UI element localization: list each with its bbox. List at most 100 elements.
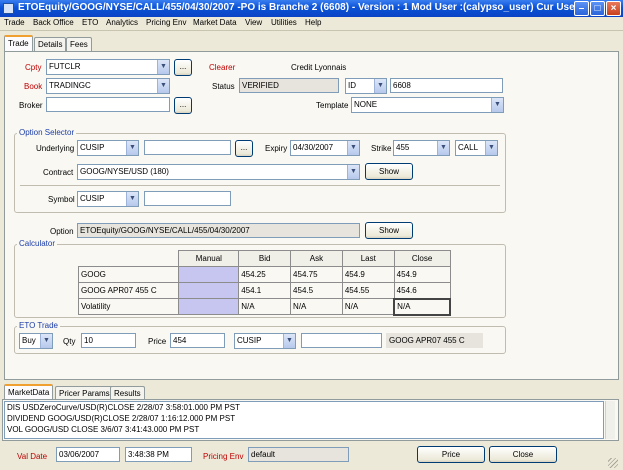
template-combo[interactable]: NONE ▼ (351, 97, 504, 113)
market-data-scrollbar[interactable] (605, 401, 615, 439)
list-item[interactable]: VOL GOOG/USD CLOSE 3/6/07 3:41:43.000 PM… (5, 424, 603, 435)
eto-description: GOOG APR07 455 C (386, 333, 483, 348)
calc-manual-cell[interactable] (178, 298, 240, 315)
calc-cell: N/A (290, 298, 343, 315)
id-type-combo[interactable]: ID ▼ (345, 78, 387, 94)
strike-combo[interactable]: 455 ▼ (393, 140, 450, 156)
status-label: Status (212, 82, 235, 91)
option-show-button[interactable]: Show (365, 222, 413, 239)
valdate-label: Val Date (17, 452, 48, 461)
table-row: GOOG APR07 455 C 454.1 454.5 454.55 454.… (77, 282, 451, 299)
calc-cell: 454.6 (393, 282, 451, 299)
tab-market-data[interactable]: MarketData (4, 384, 54, 400)
symbol-field[interactable] (144, 191, 231, 206)
calculator-title: Calculator (17, 239, 58, 248)
option-selector-title: Option Selector (17, 128, 77, 137)
list-item[interactable]: DIS USDZeroCurve/USD(R)CLOSE 2/28/07 3:5… (5, 402, 603, 413)
menu-analytics[interactable]: Analytics (106, 18, 138, 27)
menu-utilities[interactable]: Utilities (271, 18, 297, 27)
symbol-type-combo[interactable]: CUSIP ▼ (77, 191, 139, 207)
trade-id-field[interactable]: 6608 (390, 78, 503, 93)
tab-details[interactable]: Details (34, 37, 67, 51)
cpty-chooser-button[interactable]: ... (174, 59, 192, 76)
calc-cell: 454.9 (393, 266, 451, 283)
app-icon (3, 3, 14, 14)
valtime-field[interactable]: 3:48:38 PM (125, 447, 192, 462)
expiry-combo[interactable]: 04/30/2007 ▼ (290, 140, 360, 156)
menu-help[interactable]: Help (305, 18, 321, 27)
chevron-down-icon: ▼ (157, 79, 169, 93)
chevron-down-icon: ▼ (126, 192, 138, 206)
option-type-combo[interactable]: CALL ▼ (455, 140, 498, 156)
menu-back-office[interactable]: Back Office (33, 18, 74, 27)
price-button[interactable]: Price (417, 446, 485, 463)
menu-bar: Trade Back Office ETO Analytics Pricing … (0, 17, 623, 31)
tab-results[interactable]: Results (110, 386, 145, 400)
list-item[interactable]: DIVIDEND GOOG/USD(R)CLOSE 2/28/07 1:16:1… (5, 413, 603, 424)
contract-combo[interactable]: GOOG/NYSE/USD (180) ▼ (77, 164, 360, 180)
title-bar: ETOEquity/GOOG/NYSE/CALL/455/04/30/2007 … (0, 0, 623, 17)
qty-field[interactable]: 10 (81, 333, 136, 348)
menu-trade[interactable]: Trade (4, 18, 25, 27)
calc-header-close: Close (393, 250, 451, 267)
calc-cell: 454.5 (290, 282, 343, 299)
tab-pricer-params[interactable]: Pricer Params (55, 386, 114, 400)
calc-header-manual: Manual (178, 250, 240, 267)
side-combo[interactable]: Buy ▼ (19, 333, 53, 349)
calc-cell: N/A (341, 298, 395, 315)
option-label: Option (50, 227, 74, 236)
calc-cell: 454.1 (238, 282, 292, 299)
calc-header-last: Last (341, 250, 395, 267)
strike-label: Strike (371, 144, 392, 153)
chevron-down-icon: ▼ (283, 334, 295, 348)
chevron-down-icon: ▼ (491, 98, 503, 112)
market-data-list[interactable]: DIS USDZeroCurve/USD(R)CLOSE 2/28/07 3:5… (4, 401, 604, 439)
broker-field[interactable] (46, 97, 170, 112)
close-icon[interactable]: × (606, 1, 621, 16)
book-combo[interactable]: TRADINGC ▼ (46, 78, 170, 94)
pricing-env-label: Pricing Env (203, 452, 244, 461)
eto-id-field[interactable] (301, 333, 382, 348)
tab-fees[interactable]: Fees (66, 37, 92, 51)
calc-cell: GOOG APR07 455 C (77, 282, 180, 299)
calc-manual-cell[interactable] (178, 266, 240, 283)
menu-view[interactable]: View (245, 18, 262, 27)
calc-cell: N/A (238, 298, 292, 315)
contract-show-button[interactable]: Show (365, 163, 413, 180)
menu-pricing-env[interactable]: Pricing Env (146, 18, 186, 27)
menu-market-data[interactable]: Market Data (193, 18, 237, 27)
minimize-icon[interactable]: – (574, 1, 589, 16)
calc-manual-cell[interactable] (178, 282, 240, 299)
calc-cell: GOOG (77, 266, 180, 283)
window-title: ETOEquity/GOOG/NYSE/CALL/455/04/30/2007 … (18, 2, 584, 13)
menu-eto[interactable]: ETO (82, 18, 98, 27)
cpty-combo[interactable]: FUTCLR ▼ (46, 59, 170, 75)
broker-chooser-button[interactable]: ... (174, 97, 192, 114)
book-label: Book (24, 82, 43, 91)
chevron-down-icon: ▼ (157, 60, 169, 74)
underlying-field[interactable] (144, 140, 231, 155)
resize-grip-icon[interactable] (608, 458, 618, 468)
valdate-field[interactable]: 03/06/2007 (56, 447, 120, 462)
status-field: VERIFIED (239, 78, 339, 93)
chevron-down-icon: ▼ (374, 79, 386, 93)
price-field[interactable]: 454 (170, 333, 225, 348)
tab-trade[interactable]: Trade (4, 35, 33, 51)
qty-label: Qty (63, 337, 76, 346)
pricing-env-field: default (248, 447, 349, 462)
cpty-label: Cpty (25, 63, 42, 72)
underlying-label: Underlying (36, 144, 75, 153)
price-label: Price (148, 337, 167, 346)
close-button[interactable]: Close (489, 446, 557, 463)
eto-id-type-combo[interactable]: CUSIP ▼ (234, 333, 296, 349)
underlying-type-combo[interactable]: CUSIP ▼ (77, 140, 139, 156)
chevron-down-icon: ▼ (437, 141, 449, 155)
maximize-icon[interactable]: □ (590, 1, 605, 16)
chevron-down-icon: ▼ (485, 141, 497, 155)
underlying-chooser-button[interactable]: ... (235, 140, 253, 157)
calc-header-bid: Bid (238, 250, 292, 267)
chevron-down-icon: ▼ (40, 334, 52, 348)
table-row: Volatility N/A N/A N/A N/A (77, 297, 451, 316)
broker-label: Broker (19, 101, 43, 110)
calculator-table: Manual Bid Ask Last Close GOOG 454.25 45… (77, 250, 451, 316)
